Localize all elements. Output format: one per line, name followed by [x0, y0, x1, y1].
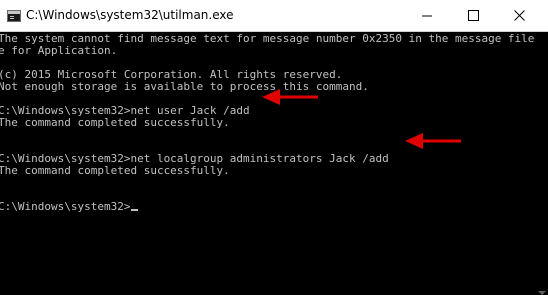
close-icon: [514, 10, 525, 21]
console-output[interactable]: The system cannot find message text for …: [0, 33, 548, 295]
red-arrow-icon: [262, 89, 318, 105]
console-line: e for Application.: [0, 44, 118, 57]
console-line: The command completed successfully.: [0, 164, 230, 177]
maximize-icon: [468, 10, 479, 21]
maximize-button[interactable]: [450, 0, 496, 31]
window-title: C:\Windows\system32\utilman.exe: [26, 8, 234, 22]
close-button[interactable]: [496, 0, 542, 31]
title-bar[interactable]: C:\Windows\system32\utilman.exe: [0, 0, 548, 32]
console-line: The command completed successfully.: [0, 116, 230, 129]
red-arrow-icon: [405, 133, 461, 149]
console-prompt-line: C:\Windows\system32>: [0, 200, 139, 213]
console-window: C:\Windows\system32\utilman.exe The syst…: [0, 0, 548, 295]
scroll-down-icon[interactable]: [536, 290, 548, 295]
console-prompt: C:\Windows\system32>: [0, 200, 131, 213]
minimize-button[interactable]: [404, 0, 450, 31]
command-prompt-icon: [7, 10, 21, 22]
text-cursor: [131, 209, 139, 211]
minimize-icon: [422, 15, 432, 17]
